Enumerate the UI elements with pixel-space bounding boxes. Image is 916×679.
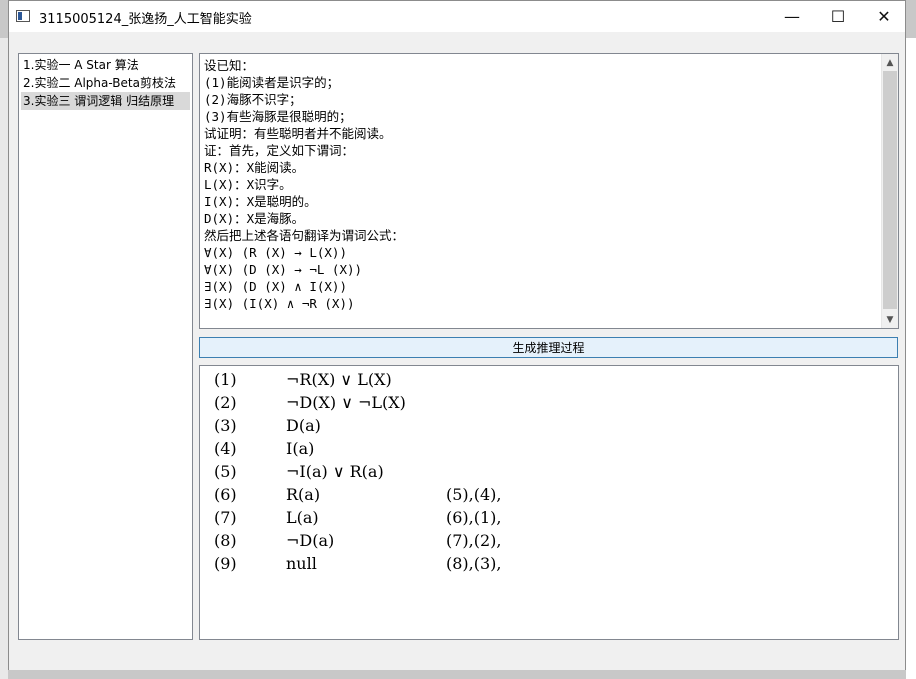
scroll-thumb[interactable] [883,71,897,309]
proof-step-reference: (7),(2), [446,531,502,550]
vertical-scrollbar[interactable]: ▲ ▼ [881,54,898,328]
proof-step-clause: ¬I(a) ∨ R(a) [286,462,384,481]
proof-step-clause: I(a) [286,439,315,458]
background-window-edge-left [0,38,8,679]
proof-step-number: (5) [214,462,237,481]
proof-step-number: (9) [214,554,237,573]
proof-step-row: (7) L(a) (6),(1), [200,508,880,531]
problem-text-line: R(X)：X能阅读。 [204,160,305,175]
proof-step-clause: D(a) [286,416,321,435]
proof-step-row: (6) R(a) (5),(4), [200,485,880,508]
problem-text-line: 然后把上述各语句翻译为谓词公式： [204,228,405,243]
app-icon [16,10,30,22]
background-window-edge-right [906,38,916,679]
problem-text-line: ∀(X) (D (X) → ¬L (X)) [204,262,363,277]
proof-step-number: (7) [214,508,237,527]
problem-text-line: L(X)：X识字。 [204,177,292,192]
proof-step-row: (1) ¬R(X) ∨ L(X) [200,370,880,393]
proof-step-reference: (6),(1), [446,508,502,527]
problem-text-line: D(X)：X是海豚。 [204,211,305,226]
generate-proof-button[interactable]: 生成推理过程 [199,337,898,358]
proof-step-row: (3) D(a) [200,416,880,439]
problem-text-line: ∀(X) (R (X) → L(X)) [204,245,347,260]
proof-step-number: (3) [214,416,237,435]
proof-step-clause: R(a) [286,485,321,504]
proof-step-row: (4) I(a) [200,439,880,462]
proof-step-clause: ¬D(a) [286,531,335,550]
proof-step-number: (8) [214,531,237,550]
list-item-experiment-1[interactable]: 1.实验一 A Star 算法 [21,56,190,74]
proof-step-clause: L(a) [286,508,319,527]
problem-text-line: 设已知： [204,58,255,73]
problem-text-line: (3)有些海豚是很聪明的； [204,109,352,124]
proof-step-number: (6) [214,485,237,504]
proof-step-clause: null [286,554,317,573]
problem-text-line: (2)海豚不识字； [204,92,302,107]
problem-text-line: (1)能阅读者是识字的； [204,75,340,90]
minimize-button[interactable]: — [769,1,815,32]
proof-step-number: (4) [214,439,237,458]
proof-step-reference: (5),(4), [446,485,502,504]
proof-step-row: (2) ¬D(X) ∨ ¬L(X) [200,393,880,416]
main-window: 3115005124_张逸扬_人工智能实验 — ☐ ✕ 1.实验一 A Star… [8,0,906,670]
proof-step-clause: ¬R(X) ∨ L(X) [286,370,392,389]
experiment-list[interactable]: 1.实验一 A Star 算法 2.实验二 Alpha-Beta剪枝法 3.实验… [18,53,193,640]
list-item-experiment-3[interactable]: 3.实验三 谓词逻辑 归结原理 [21,92,190,110]
proof-step-number: (1) [214,370,237,389]
proof-output-area[interactable]: (1) ¬R(X) ∨ L(X) (2) ¬D(X) ∨ ¬L(X) (3) D(a) (4… [199,365,899,640]
problem-text-line: ∃(X) (D (X) ∧ I(X)) [204,279,347,294]
scroll-up-icon[interactable]: ▲ [882,54,898,71]
maximize-button[interactable]: ☐ [815,1,861,32]
proof-step-row: (5) ¬I(a) ∨ R(a) [200,462,880,485]
problem-text-line: 证：首先，定义如下谓词： [204,143,355,158]
proof-step-number: (2) [214,393,237,412]
scroll-down-icon[interactable]: ▼ [882,311,898,328]
proof-step-clause: ¬D(X) ∨ ¬L(X) [286,393,406,412]
problem-text-content: 设已知： (1)能阅读者是识字的； (2)海豚不识字； (3)有些海豚是很聪明的； 试证… [204,57,880,325]
title-bar[interactable]: 3115005124_张逸扬_人工智能实验 — ☐ ✕ [9,1,905,32]
status-bar [9,644,905,670]
problem-text-line: 试证明：有些聪明者并不能阅读。 [204,126,392,141]
problem-text-area[interactable]: 设已知： (1)能阅读者是识字的； (2)海豚不识字； (3)有些海豚是很聪明的； 试证… [199,53,899,329]
proof-step-reference: (8),(3), [446,554,502,573]
proof-step-row: (9) null (8),(3), [200,554,880,577]
close-button[interactable]: ✕ [861,1,907,32]
problem-text-line: ∃(X) (I(X) ∧ ¬R (X)) [204,296,355,311]
problem-text-line: I(X)：X是聪明的。 [204,194,317,209]
list-item-experiment-2[interactable]: 2.实验二 Alpha-Beta剪枝法 [21,74,190,92]
window-title: 3115005124_张逸扬_人工智能实验 [39,12,252,27]
proof-step-row: (8) ¬D(a) (7),(2), [200,531,880,554]
